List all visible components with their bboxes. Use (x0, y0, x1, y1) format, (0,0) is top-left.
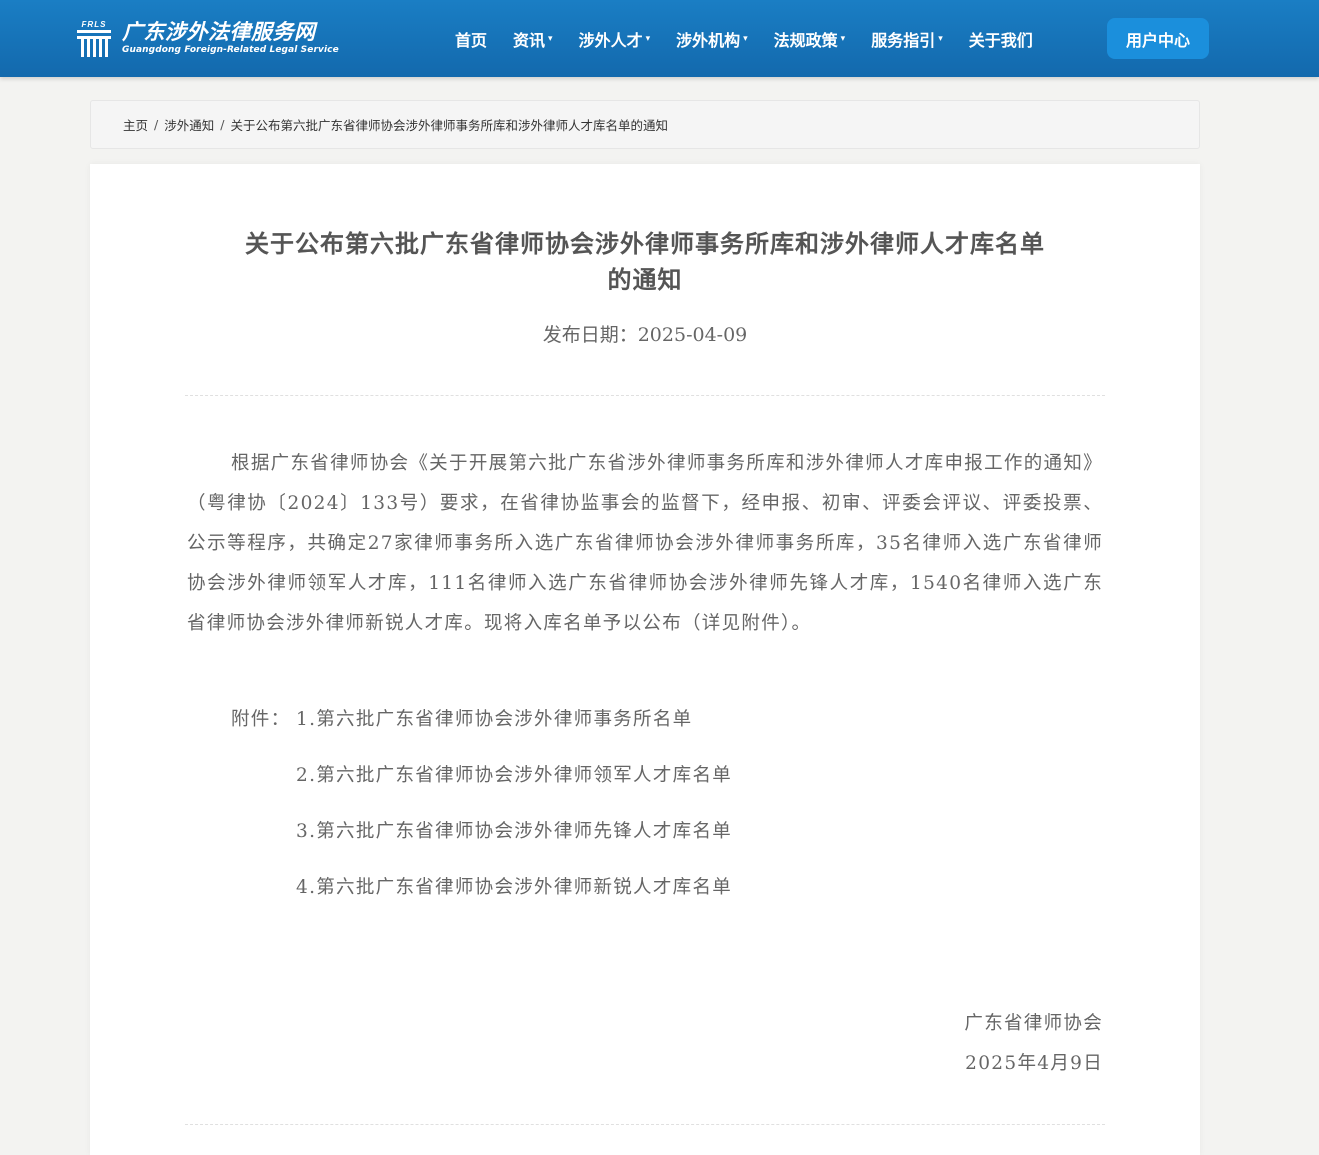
attachment-item-4: 4.第六批广东省律师协会涉外律师新锐人才库名单 (296, 877, 733, 898)
signature-org: 广东省律师协会 (964, 1013, 1103, 1034)
publish-date: 发布日期：2025-04-09 (542, 324, 748, 346)
breadcrumb-section[interactable]: 涉外通知 (164, 115, 214, 134)
attachment-label: 附件： (231, 709, 291, 730)
nav-item-institutions[interactable]: 涉外机构 ▾ (663, 0, 761, 77)
article-card: 关于公布第六批广东省律师协会涉外律师事务所库和涉外律师人才库名单 的通知 发布日… (90, 164, 1200, 1155)
breadcrumb-current: 关于公布第六批广东省律师协会涉外律师事务所库和涉外律师人才库名单的通知 (230, 118, 668, 133)
nav-item-service-guide[interactable]: 服务指引 ▾ (858, 0, 956, 77)
nav-item-news[interactable]: 资讯 ▾ (500, 0, 566, 77)
breadcrumb-home[interactable]: 主页 (123, 115, 148, 134)
attachment-item-3: 3.第六批广东省律师协会涉外律师先锋人才库名单 (296, 821, 733, 842)
user-center-button[interactable]: 用户中心 (1107, 18, 1209, 59)
logo-mark-text: FRLS (82, 20, 107, 29)
site-header: FRLS 广东涉外法律服务网 Guangdong Foreign-Related… (0, 0, 1319, 77)
site-logo[interactable]: FRLS 广东涉外法律服务网 Guangdong Foreign-Related… (76, 16, 339, 60)
nav-item-home[interactable]: 首页 (442, 0, 500, 77)
chevron-down-icon: ▾ (645, 33, 651, 44)
article-body: 根据广东省律师协会《关于开展第六批广东省涉外律师事务所库和涉外律师人才库申报工作… (187, 453, 1103, 634)
breadcrumb: 主页 / 涉外通知 / 关于公布第六批广东省律师协会涉外律师事务所库和涉外律师人… (90, 100, 1200, 149)
nav-item-regulations[interactable]: 法规政策 ▾ (761, 0, 859, 77)
attachment-item-2: 2.第六批广东省律师协会涉外律师领军人才库名单 (296, 765, 733, 786)
chevron-down-icon: ▾ (840, 33, 846, 44)
breadcrumb-separator: / (220, 117, 225, 132)
breadcrumb-separator: / (154, 117, 159, 132)
logo-name-cn: 广东涉外法律服务网 (122, 20, 316, 44)
article-title: 关于公布第六批广东省律师协会涉外律师事务所库和涉外律师人才库名单 的通知 (245, 229, 1045, 294)
chevron-down-icon: ▾ (743, 33, 748, 44)
divider (185, 395, 1105, 396)
chevron-down-icon: ▾ (548, 33, 553, 44)
main-nav: 首页 资讯 ▾ 涉外人才 ▾ 涉外机构 ▾ 法规政策 ▾ 服务指引 ▾ 关于我们 (442, 0, 1046, 77)
signature-date: 2025年4月9日 (965, 1053, 1103, 1074)
nav-item-talent[interactable]: 涉外人才 ▾ (566, 0, 664, 77)
divider (185, 1124, 1105, 1125)
attachment-item-1: 1.第六批广东省律师协会涉外律师事务所名单 (296, 709, 693, 730)
nav-item-about[interactable]: 关于我们 (956, 0, 1046, 77)
chevron-down-icon: ▾ (938, 33, 943, 44)
logo-name-en: Guangdong Foreign-Related Legal Service (122, 45, 339, 55)
logo-mark-icon: FRLS (76, 18, 112, 58)
